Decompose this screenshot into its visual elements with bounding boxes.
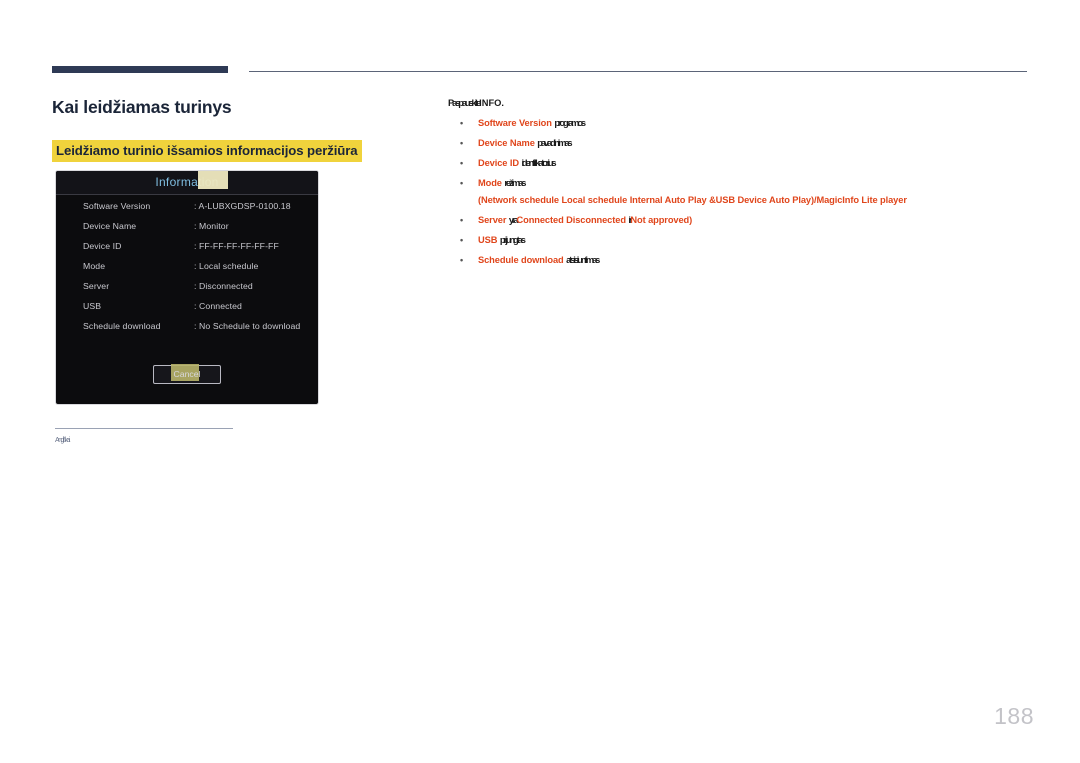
right-column-intro: PaspauskiteINFO. — [448, 98, 1028, 108]
osd-row: Device Name : Monitor — [56, 221, 318, 241]
list-item: • Schedule download atsisiuntimas — [448, 254, 1028, 267]
list-item-garble: režimas — [504, 178, 526, 188]
header-thin-rule — [249, 71, 1027, 72]
list-item-label: Device ID — [478, 158, 519, 168]
list-item: • Device Name pavadinimas — [448, 137, 1028, 150]
list-item-garble: pavadinimas — [537, 138, 572, 148]
left-column: Kai leidžiamas turinys Leidžiamo turinio… — [52, 96, 422, 162]
list-item: • Mode režimas (Network schedule Local s… — [448, 177, 1028, 207]
osd-information-dialog: Information Software Version : A-LUBXGDS… — [55, 170, 319, 405]
osd-row-value: : Monitor — [194, 221, 229, 231]
osd-row-label: Device Name — [83, 221, 137, 231]
osd-row-label: Schedule download — [83, 321, 161, 331]
osd-row-value: : No Schedule to download — [194, 321, 301, 331]
osd-row: Schedule download : No Schedule to downl… — [56, 321, 318, 341]
osd-row: Mode : Local schedule — [56, 261, 318, 281]
osd-row: Software Version : A-LUBXGDSP-0100.18 — [56, 201, 318, 221]
list-item: • Device ID identifikatorius — [448, 157, 1028, 170]
bullet-icon: • — [460, 158, 464, 168]
list-item-garble: programos — [554, 118, 586, 128]
page-title: Kai leidžiamas turinys — [52, 97, 232, 117]
list-item: • Software Version programos — [448, 117, 1028, 130]
cancel-button[interactable]: Cancel — [153, 364, 221, 384]
section-subtitle: Leidžiamo turinio išsamios informacijos … — [52, 140, 362, 162]
list-item-label: USB — [478, 235, 498, 245]
osd-row: Device ID : FF-FF-FF-FF-FF-FF — [56, 241, 318, 261]
osd-rows: Software Version : A-LUBXGDSP-0100.18 De… — [56, 201, 318, 341]
intro-garble-text: Paspauskite — [448, 98, 481, 108]
mode-detail-line: (Network schedule Local schedule Interna… — [478, 195, 907, 205]
header-thick-rule — [52, 66, 228, 73]
osd-row-value: : A-LUBXGDSP-0100.18 — [194, 201, 291, 211]
osd-row: USB : Connected — [56, 301, 318, 321]
osd-titlebar: Information — [56, 171, 318, 195]
list-item-garble: identifikatorius — [521, 158, 556, 168]
bullet-icon: • — [460, 138, 464, 148]
osd-row-label: Device ID — [83, 241, 122, 251]
osd-row-label: Software Version — [83, 201, 151, 211]
osd-row: Server : Disconnected — [56, 281, 318, 301]
intro-label: INFO. — [479, 98, 504, 108]
server-states: Connected Disconnected — [516, 215, 626, 225]
osd-cancel-wrapper: Cancel — [56, 364, 318, 384]
bullet-icon: • — [460, 215, 464, 225]
list-item-label: Mode — [478, 178, 502, 188]
list-item-garble: atsisiuntimas — [566, 255, 600, 265]
osd-title: Information — [155, 175, 219, 189]
list-item-garble: yra — [508, 215, 519, 225]
list-item-label: Software Version — [478, 118, 552, 128]
page-number: 188 — [994, 703, 1034, 729]
list-item-label: Server — [478, 215, 507, 225]
title-highlight-overlay — [198, 171, 228, 189]
server-tail: Not approved) — [630, 215, 693, 225]
list-item-label: Schedule download — [478, 255, 564, 265]
osd-row-label: Mode — [83, 261, 106, 271]
bullet-icon: • — [460, 178, 464, 188]
bullet-icon: • — [460, 235, 464, 245]
osd-row-value: : Disconnected — [194, 281, 253, 291]
cancel-button-label: Cancel — [173, 369, 201, 379]
list-item: • USB prijungtas — [448, 234, 1028, 247]
footnote: Angliškai — [55, 428, 235, 444]
osd-row-label: Server — [83, 281, 110, 291]
list-item: • Server yraConnected Disconnected irNot… — [448, 214, 1028, 227]
right-column: PaspauskiteINFO. • Software Version prog… — [448, 98, 1028, 274]
osd-row-label: USB — [83, 301, 102, 311]
header-rule-group — [0, 0, 1080, 90]
footnote-rule — [55, 428, 233, 429]
bullet-icon: • — [460, 118, 464, 128]
list-item-label: Device Name — [478, 138, 535, 148]
list-item-garble: prijungtas — [499, 235, 526, 245]
osd-row-value: : Connected — [194, 301, 242, 311]
osd-row-value: : FF-FF-FF-FF-FF-FF — [194, 241, 279, 251]
bullet-icon: • — [460, 255, 464, 265]
footnote-text: Angliškai — [55, 437, 70, 444]
osd-row-value: : Local schedule — [194, 261, 259, 271]
